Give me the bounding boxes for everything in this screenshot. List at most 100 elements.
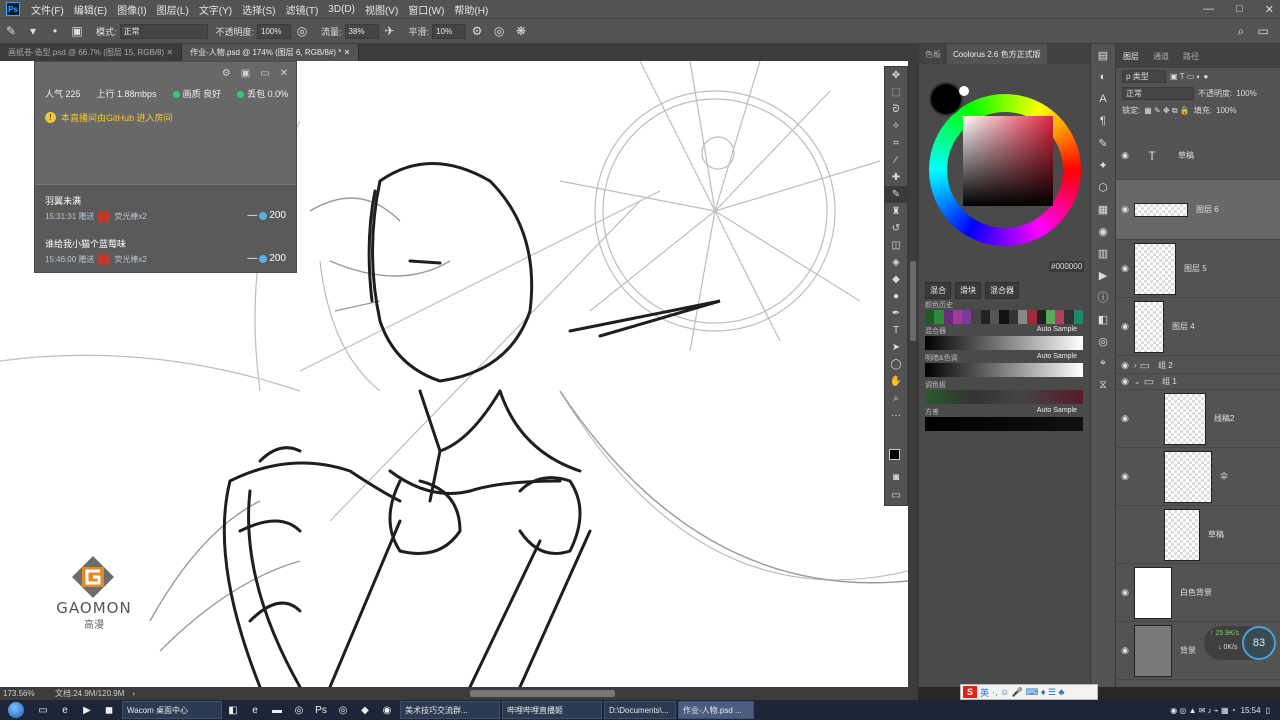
clock[interactable]: 15:54 — [1241, 706, 1261, 715]
character-icon[interactable]: A — [1091, 88, 1115, 110]
ime-icons[interactable]: ·, ☺ 🎤 ⌨ ♦ ☰ ♣ — [992, 687, 1064, 698]
quick-mask-icon[interactable]: ◙ — [885, 469, 907, 486]
palette-gradient[interactable] — [925, 390, 1083, 404]
tab-mix[interactable]: 混合 — [925, 282, 951, 299]
layer-row[interactable]: ◉ 图层 4 — [1116, 298, 1280, 356]
app-icon[interactable]: ◼ — [98, 701, 120, 719]
layer-row[interactable]: ◉ 线稿2 — [1116, 390, 1280, 448]
taskbar-button-explorer[interactable]: D:\Documents\... — [604, 701, 676, 719]
visibility-eye-icon[interactable]: ◉ — [1116, 471, 1134, 482]
menu-layer[interactable]: 图层(L) — [152, 2, 194, 17]
network-speed-widget[interactable]: ↑ 25.9K/s ↓ 0K/s 83 — [1204, 626, 1276, 660]
search-icon[interactable]: ⌕ — [1233, 23, 1249, 39]
history-brush-icon[interactable]: ↺ — [885, 220, 907, 237]
history-color-swatch[interactable] — [1045, 310, 1056, 324]
brush-tool-icon[interactable]: ✎ — [885, 186, 907, 203]
app-icon[interactable]: ◉ — [376, 701, 398, 719]
tab-channels[interactable]: 通道 — [1146, 51, 1176, 62]
visibility-eye-icon[interactable]: ◉ — [1116, 587, 1134, 598]
tab-mixer[interactable]: 混合器 — [985, 282, 1019, 299]
explorer-icon[interactable]: ▭ — [32, 701, 54, 719]
history-color-swatch[interactable] — [990, 310, 1000, 324]
ps-icon[interactable]: Ps — [310, 701, 332, 719]
menu-view[interactable]: 视图(V) — [360, 2, 403, 17]
brush-settings-icon[interactable]: ▣ — [69, 23, 85, 39]
window-icon[interactable]: ▣ — [241, 68, 250, 79]
ime-mode[interactable]: 英 — [980, 686, 989, 699]
tray-icons[interactable]: ◉ ◎ ▲ ✉ ♪ ⌁ ▦ ◔ — [1170, 706, 1235, 715]
hand-tool-icon[interactable]: ✋ — [885, 373, 907, 390]
brush-size-icon[interactable]: • — [47, 23, 63, 39]
eyedropper-tool-icon[interactable]: ⁄ — [885, 152, 907, 169]
visibility-eye-icon[interactable]: ◉ — [1116, 645, 1134, 656]
crop-tool-icon[interactable]: ⌗ — [885, 135, 907, 152]
pen-tool-icon[interactable]: ✒ — [885, 305, 907, 322]
settings-icon[interactable]: ⚙ — [222, 68, 231, 79]
history-color-swatch[interactable] — [1036, 310, 1046, 324]
lock-icons[interactable]: ▦ ✎ ✥ ⧉ 🔒 — [1144, 106, 1190, 116]
layer-opacity-value[interactable]: 100% — [1236, 89, 1256, 98]
tab-document-2[interactable]: 作业-人物.psd @ 174% (图层 6, RGB/8#) * ✕ — [182, 44, 360, 61]
tone-gradient[interactable] — [925, 363, 1083, 377]
maximize-button[interactable]: □ — [1236, 3, 1243, 15]
history-color-swatch[interactable] — [952, 310, 963, 324]
history-color-swatch[interactable] — [925, 310, 935, 324]
timeline-icon[interactable]: ⧖ — [1091, 374, 1115, 396]
tool-presets-icon[interactable]: ✦ — [1091, 154, 1115, 176]
hex-input[interactable]: #000000 — [1049, 261, 1085, 272]
history-color-swatch[interactable] — [1027, 310, 1037, 324]
visibility-eye-icon[interactable]: ◉ — [1116, 150, 1134, 161]
layer-row[interactable]: ◉ T 草稿 — [1116, 132, 1280, 180]
collapse-arrow-icon[interactable]: ⌄ — [1134, 377, 1141, 386]
mixer-gradient[interactable] — [925, 336, 1083, 350]
adjustments-icon[interactable]: ◐ — [1091, 66, 1115, 88]
auto-sample-label[interactable]: Auto Sample — [1037, 407, 1077, 414]
history-color-swatch[interactable] — [980, 310, 991, 324]
layer-group-row[interactable]: ◉ › ▭ 组 2 — [1116, 358, 1280, 374]
navigator-icon[interactable]: ⌖ — [1091, 352, 1115, 374]
minimize-button[interactable]: — — [1203, 3, 1214, 15]
pressure-size-icon[interactable]: ◎ — [491, 23, 507, 39]
visibility-eye-icon[interactable]: ◉ — [1116, 376, 1134, 387]
taskbar-button-wacom[interactable]: Wacom 桌面中心 — [122, 701, 222, 719]
paragraph-icon[interactable]: ¶ — [1091, 110, 1115, 132]
menu-filter[interactable]: 滤镜(T) — [281, 2, 324, 17]
layer-group-row[interactable]: ◉ ⌄ ▭ 组 1 — [1116, 374, 1280, 390]
layer-row[interactable]: ◉ 白色背景 — [1116, 564, 1280, 622]
visibility-eye-icon[interactable]: ◉ — [1116, 263, 1134, 274]
close-button[interactable]: ✕ — [1265, 3, 1274, 16]
auto-sample-label[interactable]: Auto Sample — [1037, 326, 1077, 333]
visibility-off-icon[interactable]: ▫ — [1116, 530, 1134, 540]
variance-gradient[interactable] — [925, 417, 1083, 431]
brush-tool-icon[interactable]: ✎ — [3, 23, 19, 39]
menu-edit[interactable]: 编辑(E) — [69, 2, 112, 17]
more-tools-icon[interactable]: ··· — [885, 407, 907, 424]
tab-coolorus[interactable]: Coolorus 2.6 色方正式版 — [947, 44, 1047, 64]
ie-icon[interactable]: e — [54, 701, 76, 719]
layer-row[interactable]: ◉ 图层 6 — [1116, 180, 1280, 240]
clone-source-icon[interactable]: ◎ — [1091, 330, 1115, 352]
gear-icon[interactable]: ⚙ — [469, 23, 485, 39]
horizontal-scrollbar[interactable] — [470, 690, 615, 697]
app-icon[interactable]: ◎ — [288, 701, 310, 719]
current-color-swatch[interactable] — [929, 82, 963, 116]
fill-value[interactable]: 100% — [1216, 106, 1236, 115]
show-desktop-icon[interactable]: ▯ — [1266, 706, 1270, 715]
lasso-tool-icon[interactable]: ᘐ — [885, 101, 907, 118]
visibility-eye-icon[interactable]: ◉ — [1116, 204, 1134, 215]
sogou-logo-icon[interactable]: S — [963, 686, 977, 698]
edge-icon[interactable]: e — [244, 701, 266, 719]
move-tool-icon[interactable]: ✥ — [885, 67, 907, 84]
tab-swatches[interactable]: 色板 — [919, 49, 947, 60]
history-color-swatch[interactable] — [1017, 310, 1028, 324]
media-icon[interactable]: ▶ — [76, 701, 98, 719]
bucket-tool-icon[interactable]: ◈ — [885, 254, 907, 271]
dodge-tool-icon[interactable]: ● — [885, 288, 907, 305]
menu-type[interactable]: 文字(Y) — [194, 2, 237, 17]
zoom-level[interactable]: 173.56% — [0, 689, 45, 698]
workspace-icon[interactable]: ▭ — [1255, 23, 1271, 39]
zoom-tool-icon[interactable]: ⌕ — [885, 390, 907, 407]
menu-help[interactable]: 帮助(H) — [449, 2, 493, 17]
history-color-swatch[interactable] — [999, 310, 1009, 324]
blend-mode-select[interactable]: 正常 — [1122, 87, 1194, 100]
